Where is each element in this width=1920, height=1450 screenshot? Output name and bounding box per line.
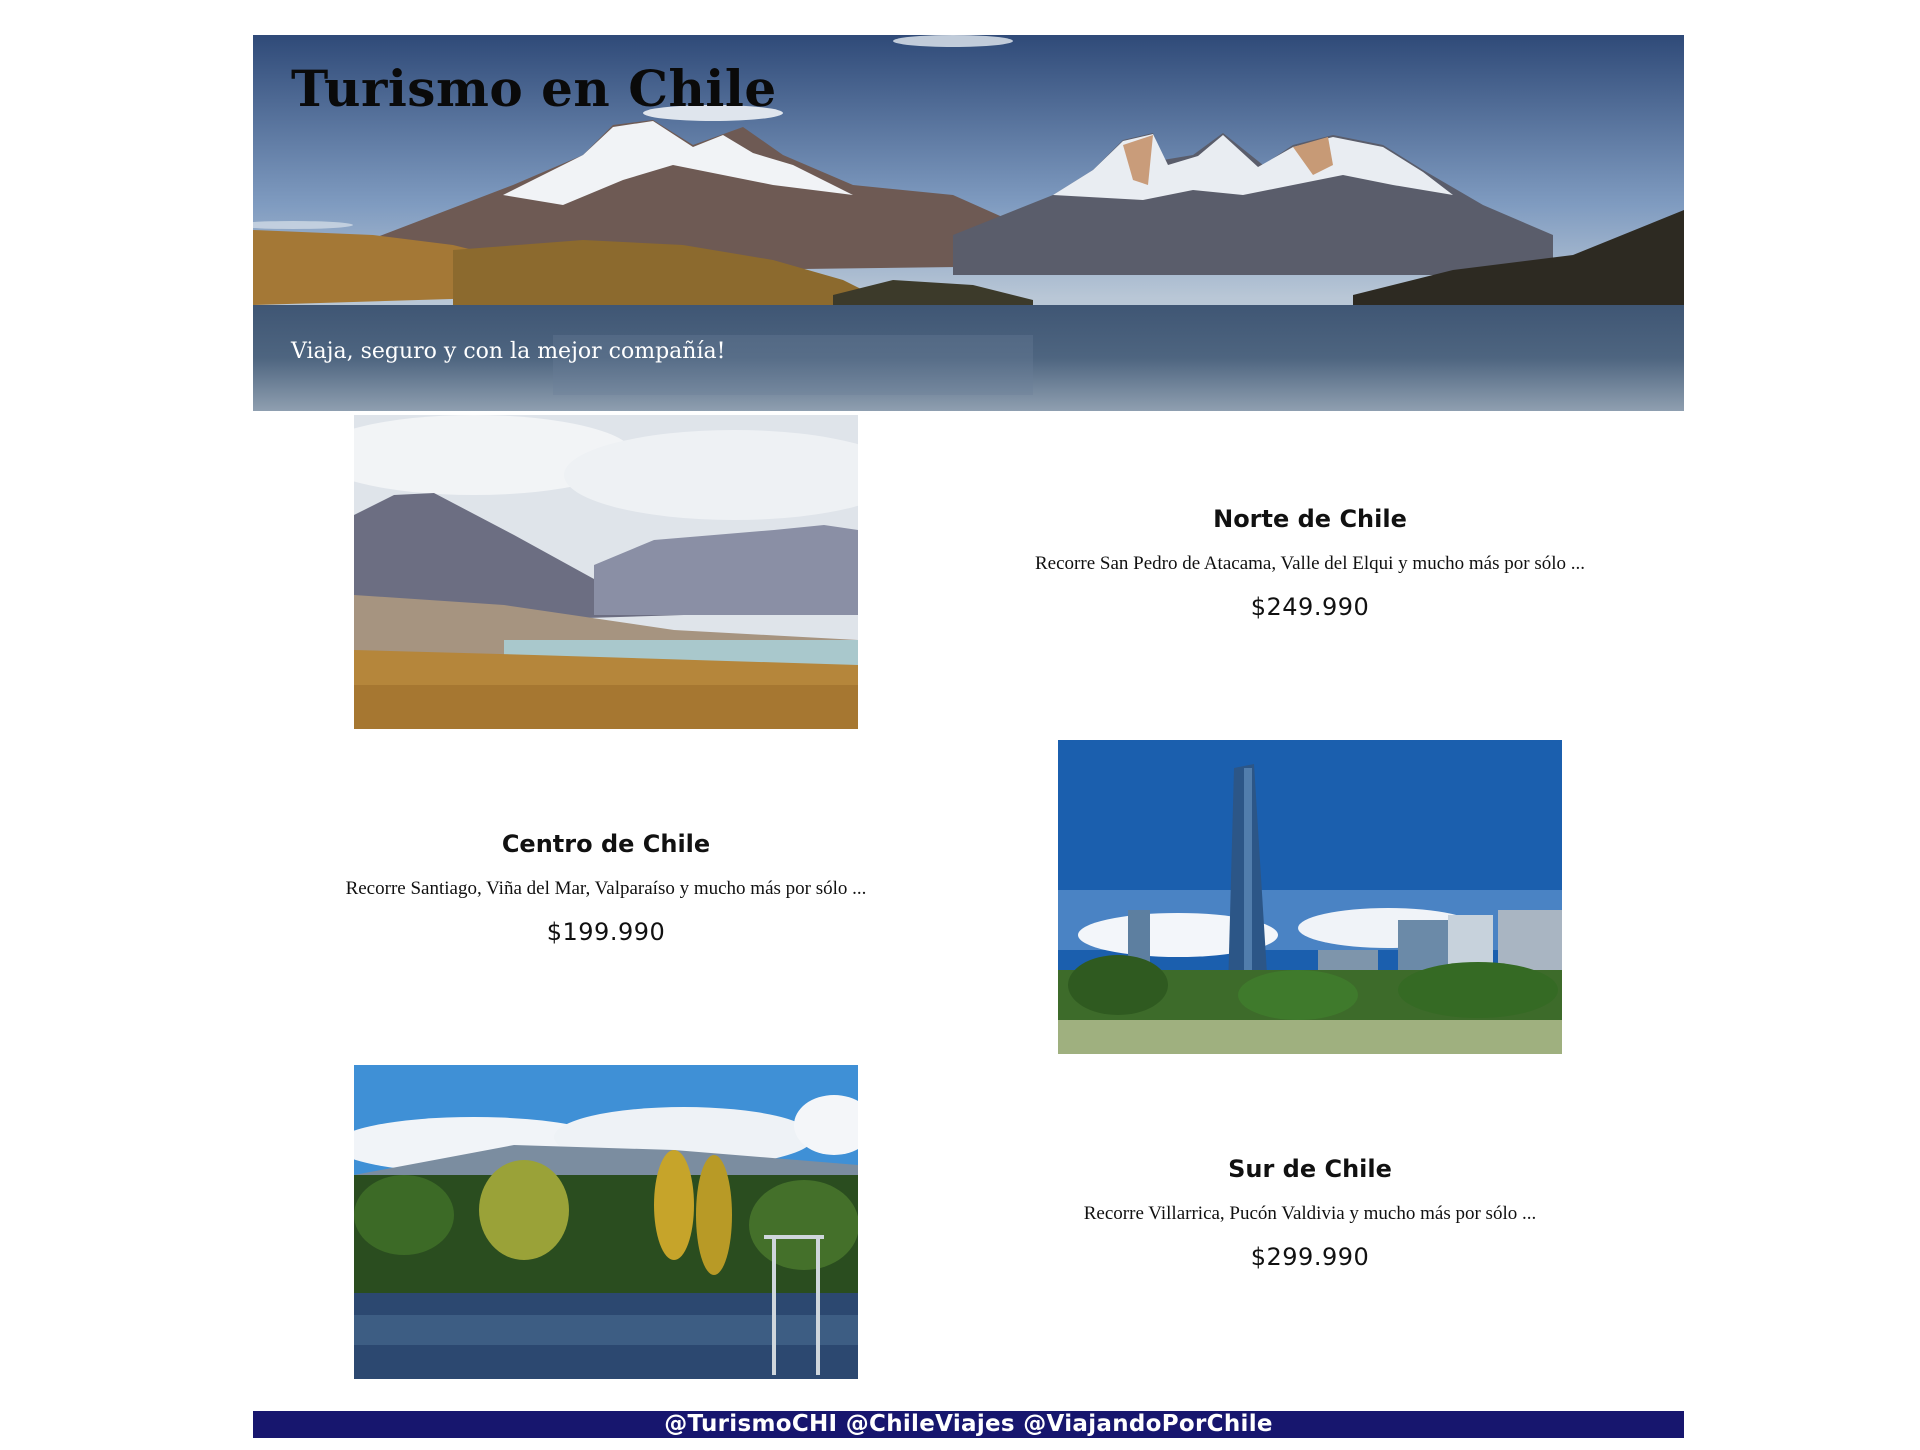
hero-banner: Turismo en Chile Viaja, seguro y con la …	[253, 35, 1684, 411]
tour-price-centro: $199.990	[546, 918, 666, 946]
centro-photo	[1058, 740, 1562, 1054]
centro-info: Centro de Chile Recorre Santiago, Viña d…	[256, 830, 956, 946]
tour-title-norte: Norte de Chile	[1213, 505, 1407, 533]
page-subtitle: Viaja, seguro y con la mejor compañía!	[291, 339, 726, 364]
tour-title-centro: Centro de Chile	[501, 830, 711, 858]
tour-description-norte: Recorre San Pedro de Atacama, Valle del …	[1035, 553, 1585, 574]
norte-info: Norte de Chile Recorre San Pedro de Atac…	[960, 505, 1660, 621]
tour-price-sur: $299.990	[1250, 1243, 1370, 1271]
tour-price-norte: $249.990	[1250, 593, 1370, 621]
sur-info: Sur de Chile Recorre Villarrica, Pucón V…	[960, 1155, 1660, 1271]
tour-description-sur: Recorre Villarrica, Pucón Valdivia y muc…	[1083, 1203, 1537, 1224]
norte-photo	[354, 415, 858, 729]
tour-description-centro: Recorre Santiago, Viña del Mar, Valparaí…	[345, 878, 867, 899]
tour-title-sur: Sur de Chile	[1228, 1155, 1392, 1183]
sur-photo	[354, 1065, 858, 1379]
page-title: Turismo en Chile	[291, 59, 777, 118]
footer-social-handles: @TurismoCHI @ChileViajes @ViajandoPorChi…	[253, 1411, 1684, 1438]
